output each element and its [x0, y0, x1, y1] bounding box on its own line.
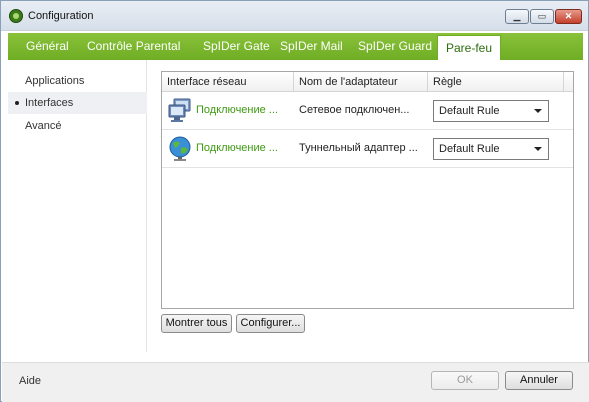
interface-name: Подключение ... — [196, 142, 278, 154]
tab-firewall[interactable]: Pare-feu — [437, 35, 502, 60]
footer: Aide OK Annuler — [2, 362, 589, 402]
tab-spider-mail[interactable]: SpIDer Mail — [272, 33, 351, 60]
sidebar-item-applications[interactable]: Applications — [8, 70, 147, 92]
interface-name: Подключение ... — [196, 104, 278, 116]
column-header-adapter[interactable]: Nom de l'adaptateur — [294, 72, 428, 92]
title-bar[interactable]: Configuration ▁ ▭ ✕ — [1, 1, 588, 31]
table-row[interactable]: Подключение ... Туннельный адаптер ... D… — [162, 130, 573, 168]
tab-bar: Général Contrôle Parental SpIDer Gate Sp… — [8, 33, 583, 60]
tab-general[interactable]: Général — [18, 33, 77, 60]
cancel-button[interactable]: Annuler — [505, 371, 573, 390]
sidebar-item-interfaces[interactable]: Interfaces — [8, 92, 147, 114]
rule-select-value: Default Rule — [439, 143, 500, 155]
window-title: Configuration — [28, 10, 94, 22]
rule-select-value: Default Rule — [439, 105, 500, 117]
configure-button[interactable]: Configurer... — [236, 314, 305, 333]
chevron-down-icon — [534, 147, 542, 151]
selected-bullet-icon — [15, 101, 19, 105]
tab-spider-guard[interactable]: SpIDer Guard — [350, 33, 440, 60]
rule-select[interactable]: Default Rule — [433, 138, 549, 160]
sidebar-item-label: Avancé — [25, 120, 62, 132]
ok-button[interactable]: OK — [431, 371, 499, 390]
close-button[interactable]: ✕ — [555, 9, 582, 24]
column-header-interface[interactable]: Interface réseau — [162, 72, 294, 92]
adapter-name: Сетевое подключен... — [299, 104, 410, 116]
interfaces-table: Interface réseau Nom de l'adaptateur Règ… — [161, 71, 574, 309]
tab-spider-gate[interactable]: SpIDer Gate — [195, 33, 278, 60]
help-link[interactable]: Aide — [19, 375, 41, 387]
tab-parental-control[interactable]: Contrôle Parental — [79, 33, 188, 60]
monitor-network-icon — [168, 98, 191, 122]
sidebar-item-label: Applications — [25, 75, 85, 87]
maximize-button[interactable]: ▭ — [530, 9, 554, 24]
adapter-name: Туннельный адаптер ... — [299, 142, 418, 154]
table-header: Interface réseau Nom de l'adaptateur Règ… — [162, 72, 573, 92]
column-header-rule[interactable]: Règle — [428, 72, 564, 92]
minimize-button[interactable]: ▁ — [505, 9, 529, 24]
chevron-down-icon — [534, 109, 542, 113]
sidebar-item-advanced[interactable]: Avancé — [8, 115, 147, 137]
globe-network-icon — [169, 136, 191, 161]
configuration-window: Configuration ▁ ▭ ✕ Général Contrôle Par… — [0, 0, 589, 402]
table-row[interactable]: Подключение ... Сетевое подключен... Def… — [162, 92, 573, 130]
sidebar: Applications Interfaces Avancé — [8, 60, 147, 352]
app-logo-icon — [9, 9, 23, 23]
sidebar-item-label: Interfaces — [25, 97, 74, 109]
rule-select[interactable]: Default Rule — [433, 100, 549, 122]
show-all-button[interactable]: Montrer tous — [161, 314, 232, 333]
